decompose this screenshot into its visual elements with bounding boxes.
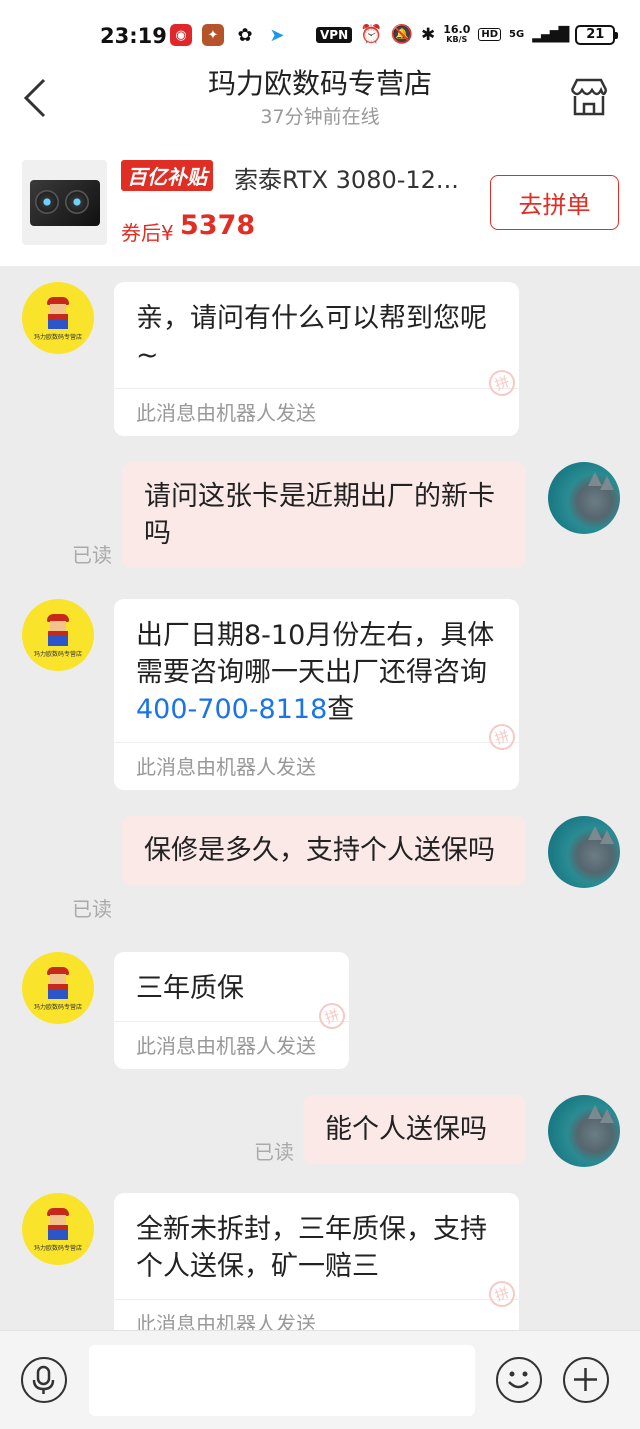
voice-button[interactable] xyxy=(21,1357,67,1403)
phone-link[interactable]: 400-700-8118 xyxy=(136,694,327,725)
message-text: 能个人送保吗 xyxy=(325,1114,487,1145)
hd-badge: HD xyxy=(478,28,502,41)
smiley-icon xyxy=(508,1371,529,1389)
shop-avatar[interactable]: 玛力欧数码专营店 xyxy=(22,599,94,671)
user-avatar[interactable] xyxy=(548,1095,620,1167)
input-bar xyxy=(0,1330,640,1429)
product-card[interactable]: 百亿补贴 索泰RTX 3080-12... 券后¥ 5378 去拼单 xyxy=(0,140,640,266)
battery-icon: 21 xyxy=(575,24,619,45)
shop-avatar[interactable]: 玛力欧数码专营店 xyxy=(22,952,94,1024)
shop-avatar[interactable]: 玛力欧数码专营店 xyxy=(22,1193,94,1265)
vpn-badge: VPN xyxy=(316,26,353,43)
online-status: 37分钟前在线 xyxy=(260,106,380,128)
status-right-icons: VPN ⏰ 🔕 ✱ 16.0 KB/S HD 5G ▂▄▆█ 21 xyxy=(316,22,619,45)
emoji-button[interactable] xyxy=(496,1357,542,1403)
join-group-button[interactable]: 去拼单 xyxy=(490,175,619,230)
bot-footer: 此消息由机器人发送 xyxy=(136,755,316,779)
signal-icon: ▂▄▆█ xyxy=(532,26,569,43)
telegram-icon: ➤ xyxy=(266,24,288,46)
shop-name: 玛力欧数码专营店 xyxy=(207,67,432,100)
avatar-caption: 玛力欧数码专营店 xyxy=(33,334,82,341)
microphone-icon xyxy=(32,1365,55,1394)
bot-footer: 此消息由机器人发送 xyxy=(136,401,316,425)
my-message[interactable]: 能个人送保吗 xyxy=(303,1095,526,1164)
user-avatar[interactable] xyxy=(548,816,620,888)
speed-value: 16.0 xyxy=(443,22,471,36)
store-button[interactable] xyxy=(568,76,610,118)
more-button[interactable] xyxy=(563,1357,609,1403)
message-text: 亲，请问有什么可以帮到您呢~ xyxy=(136,303,487,371)
alarm-icon: ⏰ xyxy=(360,24,383,45)
read-receipt: 已读 xyxy=(72,543,112,567)
bot-footer: 此消息由机器人发送 xyxy=(136,1312,316,1330)
message-text: 三年质保 xyxy=(136,973,244,1004)
mario-mascot xyxy=(43,967,73,1001)
read-receipt: 已读 xyxy=(254,1140,294,1164)
shop-message[interactable]: 全新未拆封，三年质保，支持个人送保，矿一赔三 此消息由机器人发送 拼 xyxy=(114,1193,519,1330)
mario-mascot xyxy=(43,1208,73,1242)
subsidy-badge: 百亿补贴 xyxy=(121,160,213,191)
speed-unit: KB/S xyxy=(446,34,468,44)
mario-mascot xyxy=(43,297,73,331)
product-price: 5378 xyxy=(180,210,256,241)
bluetooth-icon: ✱ xyxy=(420,24,436,45)
message-text-part: 出厂日期8-10月份左右，具体需要咨询哪一天出厂还得咨询 xyxy=(136,620,495,688)
product-image[interactable] xyxy=(22,160,107,245)
my-message[interactable]: 保修是多久，支持个人送保吗 xyxy=(122,816,526,885)
shop-avatar[interactable]: 玛力欧数码专营店 xyxy=(22,282,94,354)
mario-mascot xyxy=(43,614,73,648)
shop-message[interactable]: 亲，请问有什么可以帮到您呢~ 此消息由机器人发送 拼 xyxy=(114,282,519,436)
message-text: 请问这张卡是近期出厂的新卡吗 xyxy=(144,481,495,549)
message-text-part: 查 xyxy=(327,694,355,725)
graphics-card-image xyxy=(29,179,100,226)
chat-header: 玛力欧数码专营店 37分钟前在线 xyxy=(0,62,640,140)
price-label: 券后¥ xyxy=(121,221,174,245)
store-icon xyxy=(570,78,608,116)
message-input[interactable] xyxy=(89,1345,475,1416)
game-app-icon: ✦ xyxy=(202,24,224,46)
status-time: 23:19 xyxy=(100,24,167,48)
status-app-icons: ◉ ✦ ✿ ➤ xyxy=(170,24,288,46)
avatar-caption: 玛力欧数码专营店 xyxy=(33,1004,82,1011)
read-receipt: 已读 xyxy=(72,897,112,921)
mute-icon: 🔕 xyxy=(390,24,413,45)
network-speed: 16.0 KB/S xyxy=(443,22,471,45)
bot-footer: 此消息由机器人发送 xyxy=(136,1034,316,1058)
chat-list[interactable]: 玛力欧数码专营店 亲，请问有什么可以帮到您呢~ 此消息由机器人发送 拼 已读 请… xyxy=(0,266,640,1330)
netease-music-icon: ◉ xyxy=(170,24,192,46)
paw-icon: ✿ xyxy=(234,24,256,46)
shop-message[interactable]: 三年质保 此消息由机器人发送 拼 xyxy=(114,952,349,1069)
shop-message[interactable]: 出厂日期8-10月份左右，具体需要咨询哪一天出厂还得咨询 400-700-8118… xyxy=(114,599,519,790)
product-name: 索泰RTX 3080-12... xyxy=(234,166,459,194)
message-text: 保修是多久，支持个人送保吗 xyxy=(144,835,495,866)
message-text: 全新未拆封，三年质保，支持个人送保，矿一赔三 xyxy=(136,1214,487,1282)
message-text: 出厂日期8-10月份左右，具体需要咨询哪一天出厂还得咨询 400-700-8118… xyxy=(114,599,519,742)
status-bar: 23:19 ◉ ✦ ✿ ➤ VPN ⏰ 🔕 ✱ 16.0 KB/S HD 5G … xyxy=(0,0,640,62)
plus-icon xyxy=(574,1368,597,1391)
avatar-caption: 玛力欧数码专营店 xyxy=(33,1245,82,1252)
user-avatar[interactable] xyxy=(548,462,620,534)
avatar-caption: 玛力欧数码专营店 xyxy=(33,651,82,658)
network-type: 5G xyxy=(509,29,525,40)
my-message[interactable]: 请问这张卡是近期出厂的新卡吗 xyxy=(122,462,526,568)
